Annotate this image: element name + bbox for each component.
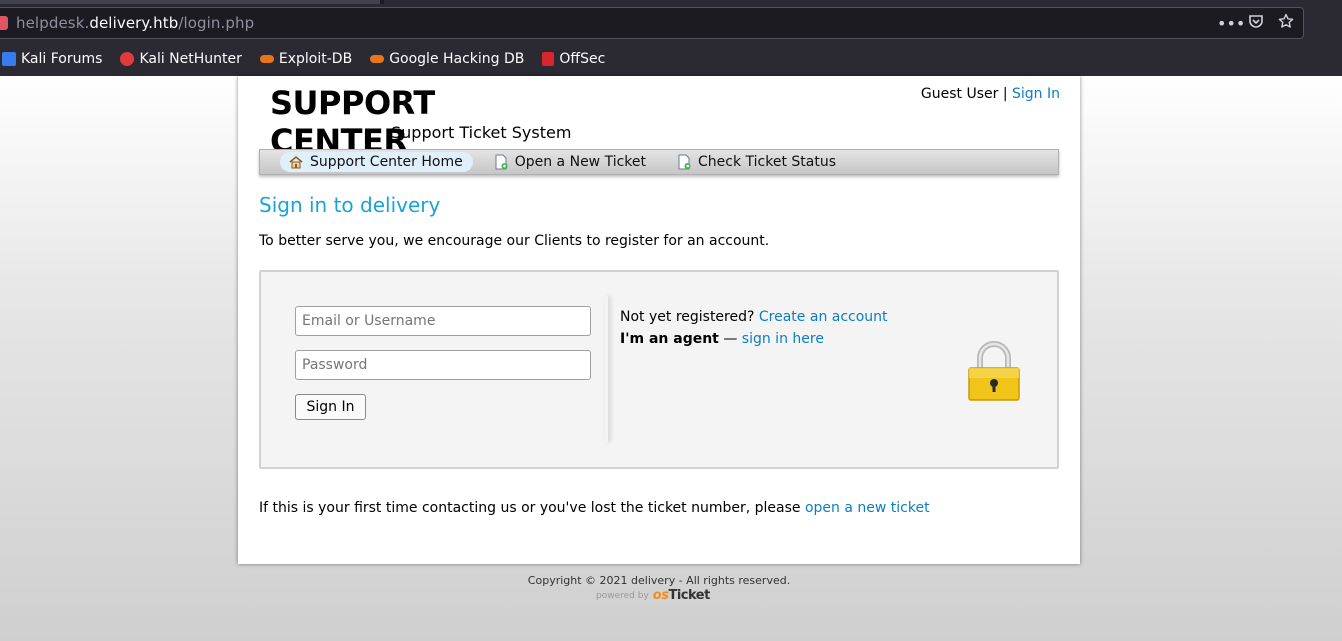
intro-text: To better serve you, we encourage our Cl…: [259, 233, 770, 249]
register-line: Not yet registered? Create an account: [620, 306, 888, 328]
pocket-icon[interactable]: [1247, 13, 1265, 33]
bookmark-label: Exploit-DB: [278, 51, 353, 67]
page-container: SUPPORT CENTER Support Ticket System Gue…: [238, 76, 1080, 564]
url-path: /login.php: [178, 14, 255, 32]
not-registered-text: Not yet registered?: [620, 309, 759, 325]
exploit-db-icon: [259, 55, 274, 63]
login-form: Sign In: [261, 296, 609, 462]
agent-label: I'm an agent: [620, 331, 719, 347]
page-actions-icon[interactable]: •••: [1217, 14, 1245, 33]
powered-by-text: powered by: [596, 591, 649, 601]
osticket-logo: osTicket: [652, 588, 711, 603]
home-icon: [288, 154, 304, 170]
kali-nethunter-icon: [120, 52, 135, 66]
email-username-input[interactable]: [295, 306, 591, 336]
osticket-os: os: [652, 588, 669, 603]
page-title: Sign in to delivery: [259, 193, 441, 217]
copyright: Copyright © 2021 delivery - All rights r…: [527, 574, 791, 587]
password-input[interactable]: [295, 350, 591, 380]
login-box: Sign In Not yet registered? Create an ac…: [259, 270, 1059, 469]
nav-open-new-ticket[interactable]: Open a New Ticket: [485, 152, 656, 172]
nav-label: Open a New Ticket: [514, 154, 646, 170]
bookmark-offsec[interactable]: OffSec: [542, 51, 605, 67]
userbar-separator: |: [998, 86, 1012, 102]
bookmark-kali-forums[interactable]: Kali Forums: [2, 51, 102, 67]
url-subdomain: helpdesk.: [16, 14, 90, 32]
sign-in-button[interactable]: Sign In: [295, 394, 366, 420]
footnote: If this is your first time contacting us…: [259, 500, 930, 516]
new-ticket-icon: [493, 154, 509, 170]
agent-dash: —: [718, 331, 742, 347]
main-nav: Support Center Home Open a New Ticket Ch…: [259, 149, 1059, 175]
padlock-icon: [966, 338, 1022, 402]
bookmark-label: Kali Forums: [21, 51, 103, 67]
offsec-icon: [542, 52, 555, 66]
powered-by-osticket[interactable]: powered by osTicket: [596, 588, 710, 603]
agent-signin-link[interactable]: sign in here: [742, 331, 824, 347]
bookmarks-toolbar: Kali Forums Kali NetHunter Exploit-DB Go…: [0, 42, 1342, 76]
kali-forums-icon: [2, 52, 16, 66]
user-bar: Guest User | Sign In: [921, 86, 1060, 102]
ghdb-icon: [370, 55, 385, 63]
create-account-link[interactable]: Create an account: [759, 309, 888, 325]
bookmark-label: Google Hacking DB: [389, 51, 525, 67]
login-links: Not yet registered? Create an account I'…: [620, 306, 888, 350]
osticket-ticket: Ticket: [668, 588, 710, 603]
logo-subtitle: Support Ticket System: [391, 123, 572, 142]
nav-check-ticket-status[interactable]: Check Ticket Status: [668, 152, 846, 172]
agent-line: I'm an agent — sign in here: [620, 328, 888, 350]
bookmark-label: OffSec: [559, 51, 606, 67]
url-text[interactable]: helpdesk.delivery.htb/login.php: [16, 14, 254, 32]
guest-user-label: Guest User: [920, 86, 999, 102]
bookmark-exploit-db[interactable]: Exploit-DB: [259, 51, 353, 67]
bookmark-kali-nethunter[interactable]: Kali NetHunter: [120, 51, 242, 67]
ticket-status-icon: [676, 154, 692, 170]
address-bar[interactable]: helpdesk.delivery.htb/login.php •••: [0, 7, 1304, 39]
bookmark-label: Kali NetHunter: [139, 51, 242, 67]
nav-label: Support Center Home: [310, 154, 463, 170]
header-signin-link[interactable]: Sign In: [1012, 86, 1060, 102]
bookmark-star-icon[interactable]: [1277, 13, 1295, 33]
nav-label: Check Ticket Status: [698, 154, 836, 170]
url-actions: •••: [1217, 13, 1295, 33]
url-domain: delivery.htb: [89, 14, 179, 32]
site-identity-icon[interactable]: [0, 16, 8, 30]
footnote-text: If this is your first time contacting us…: [259, 500, 805, 516]
toolbar: helpdesk.delivery.htb/login.php •••: [0, 4, 1342, 42]
login-divider: [605, 296, 609, 442]
open-new-ticket-link[interactable]: open a new ticket: [805, 500, 930, 516]
bookmark-google-hacking-db[interactable]: Google Hacking DB: [370, 51, 524, 67]
nav-support-center-home[interactable]: Support Center Home: [280, 152, 473, 172]
